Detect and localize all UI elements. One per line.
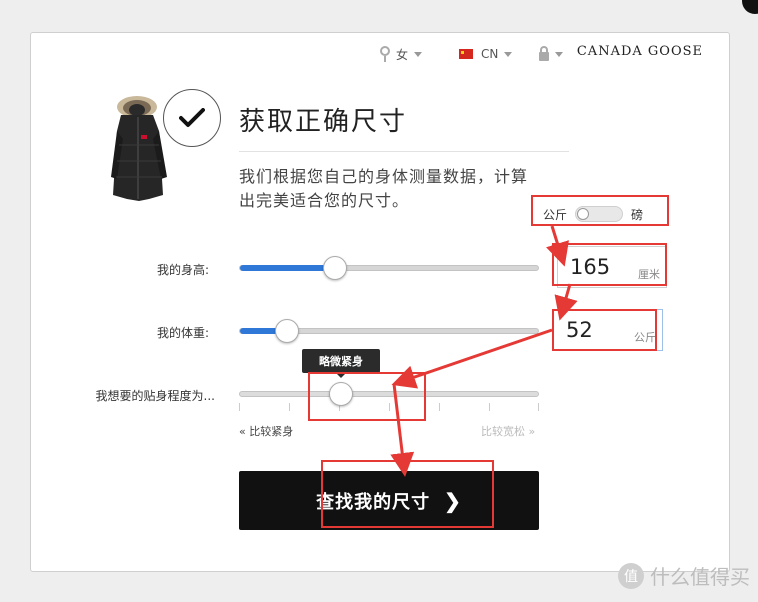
chevron-down-icon — [414, 51, 423, 57]
annotation-box-weight — [552, 309, 657, 351]
page-title: 获取正确尺寸 — [239, 107, 408, 137]
fit-right-label: 比较宽松 » — [481, 425, 536, 438]
height-slider-knob[interactable] — [323, 256, 347, 280]
gender-selector[interactable]: 女 — [379, 45, 423, 63]
annotation-box-fit — [308, 372, 426, 421]
gender-label: 女 — [396, 47, 409, 62]
fit-tick — [439, 403, 440, 411]
venus-icon — [379, 46, 391, 62]
watermark-text: 什么值得买 — [650, 565, 750, 589]
parka-image — [111, 96, 167, 201]
annotation-box-height — [552, 243, 667, 286]
height-slider-fill — [240, 265, 336, 271]
height-label: 我的身高: — [156, 263, 209, 277]
checkmark-circle — [163, 89, 221, 147]
fit-tick — [239, 403, 240, 411]
account-selector[interactable] — [539, 45, 563, 63]
height-slider-track[interactable] — [239, 265, 539, 271]
chevron-down-icon — [504, 51, 513, 57]
fit-label: 我想要的贴身程度为... — [95, 389, 215, 403]
weight-label: 我的体重: — [156, 326, 209, 340]
modal-topbar: 女 CN CANADA GOOSE — [31, 33, 731, 73]
description-text: 我们根据您自己的身体测量数据，计算出完美适合您的尺寸。 — [239, 167, 529, 210]
fit-tick — [289, 403, 290, 411]
china-flag-icon — [459, 49, 473, 59]
fit-left-label: « 比较紧身 — [239, 425, 294, 438]
annotation-box-unit — [531, 195, 669, 226]
brand-logo[interactable]: CANADA GOOSE — [577, 44, 703, 59]
country-label: CN — [481, 47, 499, 61]
chevron-down-icon — [555, 51, 563, 57]
fit-tooltip: 略微紧身 — [302, 349, 380, 378]
annotation-box-button — [321, 460, 494, 528]
lock-icon — [539, 46, 549, 61]
site-watermark: 值 什么值得买 — [618, 561, 750, 590]
title-divider — [239, 151, 569, 152]
fit-tick — [489, 403, 490, 411]
watermark-badge: 值 — [618, 562, 644, 589]
fit-tick — [538, 403, 539, 411]
weight-slider-knob[interactable] — [275, 319, 299, 343]
country-selector[interactable]: CN — [459, 45, 513, 63]
checkmark-icon — [179, 108, 205, 127]
